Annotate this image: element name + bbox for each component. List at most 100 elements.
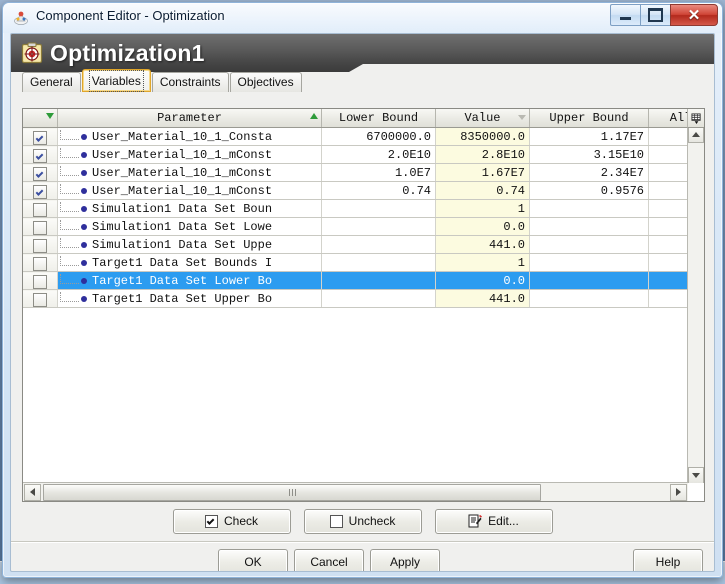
row-checkbox-cell[interactable]	[23, 253, 58, 272]
horizontal-scrollbar-thumb[interactable]	[43, 483, 541, 501]
parameter-cell[interactable]: User_Material_10_1_Consta	[57, 127, 322, 146]
column-header-lower-bound[interactable]: Lower Bound	[321, 109, 436, 128]
apply-button[interactable]: Apply	[370, 549, 440, 571]
allowed-cell[interactable]	[648, 145, 688, 164]
minimize-button[interactable]	[610, 4, 640, 26]
cancel-button[interactable]: Cancel	[294, 549, 364, 571]
value-cell[interactable]: 441.0	[435, 289, 530, 308]
table-row[interactable]: User_Material_10_1_mConst 2.0E10 2.8E10 3.1…	[23, 145, 688, 164]
column-header-parameter[interactable]: Parameter	[57, 109, 322, 128]
lower-bound-cell[interactable]: 0.74	[321, 181, 436, 200]
maximize-button[interactable]	[640, 4, 670, 26]
table-row[interactable]: User_Material_10_1_mConst 1.0E7 1.67E7 2.34…	[23, 163, 688, 182]
value-cell[interactable]: 1	[435, 253, 530, 272]
parameter-cell[interactable]: Simulation1 Data Set Boun	[57, 199, 322, 218]
checkbox-checked-icon[interactable]	[33, 166, 47, 181]
upper-bound-cell[interactable]	[529, 253, 649, 272]
value-cell[interactable]: 8350000.0	[435, 127, 530, 146]
upper-bound-cell[interactable]	[529, 289, 649, 308]
lower-bound-cell[interactable]: 1.0E7	[321, 163, 436, 182]
parameter-cell[interactable]: User_Material_10_1_mConst	[57, 163, 322, 182]
row-checkbox-cell[interactable]	[23, 145, 58, 164]
column-header-check[interactable]	[23, 109, 58, 128]
checkbox-unchecked-icon[interactable]	[33, 274, 47, 289]
checkbox-unchecked-icon[interactable]	[33, 202, 47, 217]
row-checkbox-cell[interactable]	[23, 199, 58, 218]
table-row[interactable]: User_Material_10_1_Consta 6700000.0 835000…	[23, 127, 688, 146]
value-cell[interactable]: 0.74	[435, 181, 530, 200]
value-cell[interactable]: 0.0	[435, 217, 530, 236]
allowed-cell[interactable]	[648, 181, 688, 200]
allowed-cell[interactable]	[648, 253, 688, 272]
row-checkbox-cell[interactable]	[23, 289, 58, 308]
lower-bound-cell[interactable]	[321, 217, 436, 236]
row-checkbox-cell[interactable]	[23, 235, 58, 254]
tab-objectives[interactable]: Objectives	[229, 72, 302, 92]
lower-bound-cell[interactable]: 6700000.0	[321, 127, 436, 146]
parameter-cell[interactable]: Target1 Data Set Bounds I	[57, 253, 322, 272]
column-header-allowed[interactable]: Allowed	[648, 109, 688, 128]
table-row[interactable]: Target1 Data Set Lower Bo 0.0	[23, 271, 688, 290]
column-header-value[interactable]: Value	[435, 109, 530, 128]
value-cell[interactable]: 1	[435, 199, 530, 218]
checkbox-unchecked-icon[interactable]	[33, 256, 47, 271]
parameter-cell[interactable]: Target1 Data Set Lower Bo	[57, 271, 322, 290]
allowed-cell[interactable]	[648, 289, 688, 308]
upper-bound-cell[interactable]: 2.34E7	[529, 163, 649, 182]
value-cell[interactable]: 2.8E10	[435, 145, 530, 164]
table-row[interactable]: User_Material_10_1_mConst 0.74 0.74 0.9576	[23, 181, 688, 200]
upper-bound-cell[interactable]: 0.9576	[529, 181, 649, 200]
allowed-cell[interactable]	[648, 271, 688, 290]
upper-bound-cell[interactable]	[529, 271, 649, 290]
table-row[interactable]: Target1 Data Set Bounds I 1	[23, 253, 688, 272]
checkbox-checked-icon[interactable]	[33, 148, 47, 163]
horizontal-scrollbar[interactable]	[23, 482, 688, 501]
parameter-cell[interactable]: Target1 Data Set Upper Bo	[57, 289, 322, 308]
checkbox-checked-icon[interactable]	[33, 130, 47, 145]
lower-bound-cell[interactable]	[321, 271, 436, 290]
upper-bound-cell[interactable]: 1.17E7	[529, 127, 649, 146]
column-chooser-icon[interactable]	[687, 109, 704, 128]
value-cell[interactable]: 441.0	[435, 235, 530, 254]
check-button[interactable]: Check	[172, 508, 291, 534]
upper-bound-cell[interactable]: 3.15E10	[529, 145, 649, 164]
row-checkbox-cell[interactable]	[23, 271, 58, 290]
lower-bound-cell[interactable]	[321, 235, 436, 254]
value-cell[interactable]: 1.67E7	[435, 163, 530, 182]
uncheck-button[interactable]: Uncheck	[303, 508, 422, 534]
tab-constraints[interactable]: Constraints	[151, 72, 229, 92]
allowed-cell[interactable]	[648, 235, 688, 254]
table-row[interactable]: Simulation1 Data Set Lowe 0.0	[23, 217, 688, 236]
lower-bound-cell[interactable]: 2.0E10	[321, 145, 436, 164]
column-header-upper-bound[interactable]: Upper Bound	[529, 109, 649, 128]
lower-bound-cell[interactable]	[321, 253, 436, 272]
scroll-down-button[interactable]	[688, 467, 704, 483]
ok-button[interactable]: OK	[218, 549, 288, 571]
upper-bound-cell[interactable]	[529, 217, 649, 236]
parameter-cell[interactable]: Simulation1 Data Set Lowe	[57, 217, 322, 236]
table-row[interactable]: Simulation1 Data Set Boun 1	[23, 199, 688, 218]
upper-bound-cell[interactable]	[529, 199, 649, 218]
row-checkbox-cell[interactable]	[23, 217, 58, 236]
allowed-cell[interactable]	[648, 217, 688, 236]
allowed-cell[interactable]	[648, 199, 688, 218]
tab-general[interactable]: General	[22, 72, 81, 92]
help-button[interactable]: Help	[633, 549, 703, 571]
checkbox-unchecked-icon[interactable]	[33, 292, 47, 307]
table-row[interactable]: Simulation1 Data Set Uppe 441.0	[23, 235, 688, 254]
lower-bound-cell[interactable]	[321, 199, 436, 218]
tab-variables[interactable]: Variables	[81, 69, 151, 92]
parameter-cell[interactable]: Simulation1 Data Set Uppe	[57, 235, 322, 254]
allowed-cell[interactable]	[648, 163, 688, 182]
scroll-up-button[interactable]	[688, 127, 704, 143]
table-row[interactable]: Target1 Data Set Upper Bo 441.0	[23, 289, 688, 308]
row-checkbox-cell[interactable]	[23, 163, 58, 182]
scroll-right-button[interactable]	[670, 483, 687, 501]
value-cell[interactable]: 0.0	[435, 271, 530, 290]
scroll-left-button[interactable]	[24, 483, 41, 501]
vertical-scrollbar[interactable]	[687, 127, 704, 483]
checkbox-unchecked-icon[interactable]	[33, 238, 47, 253]
row-checkbox-cell[interactable]	[23, 181, 58, 200]
parameter-cell[interactable]: User_Material_10_1_mConst	[57, 145, 322, 164]
parameter-cell[interactable]: User_Material_10_1_mConst	[57, 181, 322, 200]
